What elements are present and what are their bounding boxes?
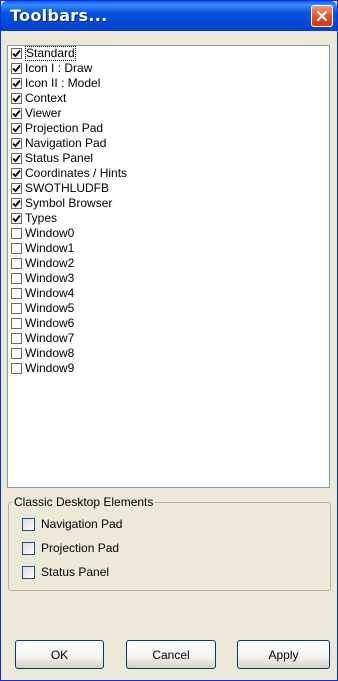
checkbox[interactable] <box>22 565 35 579</box>
checkmark-icon <box>12 199 21 208</box>
toolbar-item-label: Symbol Browser <box>25 196 113 210</box>
toolbar-list-item[interactable]: Coordinates / Hints <box>8 166 329 181</box>
title-bar[interactable]: Toolbars... <box>1 1 337 31</box>
unchecked-checkbox[interactable] <box>11 363 22 374</box>
toolbar-item-label: Window9 <box>25 361 75 375</box>
cancel-button[interactable]: Cancel <box>126 640 216 669</box>
checkmark-icon <box>12 64 21 73</box>
classic-item-label: Projection Pad <box>41 541 120 555</box>
group-title: Classic Desktop Elements <box>12 494 156 510</box>
close-icon <box>316 10 328 22</box>
unchecked-checkbox[interactable] <box>11 228 22 239</box>
classic-item-label: Navigation Pad <box>41 517 123 531</box>
toolbar-item-label: Icon I : Draw <box>25 61 93 75</box>
unchecked-checkbox[interactable] <box>11 273 22 284</box>
toolbar-list-item[interactable]: Icon I : Draw <box>8 61 329 76</box>
toolbar-item-label: Window5 <box>25 301 75 315</box>
checkmark-icon <box>12 184 21 193</box>
toolbar-item-label: Window4 <box>25 286 75 300</box>
toolbar-list-item[interactable]: Context <box>8 91 329 106</box>
classic-desktop-elements-group: Classic Desktop Elements Navigation Pad … <box>8 494 331 591</box>
checkbox[interactable] <box>22 541 35 555</box>
unchecked-checkbox[interactable] <box>11 303 22 314</box>
toolbar-list-item[interactable]: Projection Pad <box>8 121 329 136</box>
toolbar-list-item[interactable]: Viewer <box>8 106 329 121</box>
apply-button[interactable]: Apply <box>237 640 330 669</box>
toolbar-list-item[interactable]: Standard <box>8 46 329 61</box>
toolbar-item-label: Types <box>25 211 58 225</box>
checked-checkbox[interactable] <box>11 78 22 89</box>
checkmark-icon <box>12 214 21 223</box>
toolbar-list-item[interactable]: Window1 <box>8 241 329 256</box>
toolbar-item-label: Context <box>25 91 67 105</box>
checked-checkbox[interactable] <box>11 153 22 164</box>
checkmark-icon <box>12 154 21 163</box>
unchecked-checkbox[interactable] <box>11 243 22 254</box>
toolbar-item-label: Icon II : Model <box>25 76 101 90</box>
toolbar-list-item[interactable]: Window6 <box>8 316 329 331</box>
unchecked-checkbox[interactable] <box>11 333 22 344</box>
toolbar-item-label: Projection Pad <box>25 121 104 135</box>
checkmark-icon <box>12 169 21 178</box>
checked-checkbox[interactable] <box>11 138 22 149</box>
checked-checkbox[interactable] <box>11 213 22 224</box>
toolbar-item-label: Window8 <box>25 346 75 360</box>
toolbar-item-label: Window3 <box>25 271 75 285</box>
checkmark-icon <box>12 94 21 103</box>
checked-checkbox[interactable] <box>11 168 22 179</box>
toolbar-list-item[interactable]: Types <box>8 211 329 226</box>
unchecked-checkbox[interactable] <box>11 348 22 359</box>
toolbar-list-item[interactable]: Window2 <box>8 256 329 271</box>
toolbar-item-label: Window6 <box>25 316 75 330</box>
toolbar-list-item[interactable]: Window7 <box>8 331 329 346</box>
unchecked-checkbox[interactable] <box>11 318 22 329</box>
classic-item-status-panel[interactable]: Status Panel <box>22 562 109 582</box>
checkmark-icon <box>12 49 21 58</box>
checked-checkbox[interactable] <box>11 183 22 194</box>
toolbar-list-item[interactable]: Window3 <box>8 271 329 286</box>
classic-item-projection-pad[interactable]: Projection Pad <box>22 538 119 558</box>
toolbar-list-item[interactable]: Status Panel <box>8 151 329 166</box>
toolbar-item-label: Window2 <box>25 256 75 270</box>
toolbar-list-item[interactable]: Window9 <box>8 361 329 376</box>
checkmark-icon <box>12 124 21 133</box>
checked-checkbox[interactable] <box>11 63 22 74</box>
toolbar-list-item[interactable]: Navigation Pad <box>8 136 329 151</box>
toolbar-item-label: SWOTHLUDFB <box>25 181 109 195</box>
toolbar-item-label: Coordinates / Hints <box>25 166 128 180</box>
dialog-title: Toolbars... <box>10 6 108 25</box>
ok-button[interactable]: OK <box>15 640 104 669</box>
toolbar-list-item[interactable]: Symbol Browser <box>8 196 329 211</box>
toolbars-dialog: Toolbars... Standard Icon I : Draw Icon II… <box>0 0 338 681</box>
toolbar-list-item[interactable]: Window0 <box>8 226 329 241</box>
classic-item-navigation-pad[interactable]: Navigation Pad <box>22 514 122 534</box>
checkbox[interactable] <box>22 517 35 531</box>
checkmark-icon <box>12 109 21 118</box>
unchecked-checkbox[interactable] <box>11 258 22 269</box>
toolbar-item-label: Status Panel <box>25 151 94 165</box>
toolbar-item-label: Window7 <box>25 331 75 345</box>
checked-checkbox[interactable] <box>11 198 22 209</box>
classic-item-label: Status Panel <box>41 565 110 579</box>
toolbar-item-label: Navigation Pad <box>25 136 107 150</box>
checked-checkbox[interactable] <box>11 123 22 134</box>
toolbar-list-item[interactable]: SWOTHLUDFB <box>8 181 329 196</box>
checked-checkbox[interactable] <box>11 108 22 119</box>
toolbar-list-item[interactable]: Icon II : Model <box>8 76 329 91</box>
toolbar-checklist[interactable]: Standard Icon I : Draw Icon II : Model Cont… <box>7 45 330 488</box>
toolbar-list-item[interactable]: Window5 <box>8 301 329 316</box>
toolbar-list-item[interactable]: Window8 <box>8 346 329 361</box>
checkmark-icon <box>12 139 21 148</box>
close-button[interactable] <box>311 5 333 27</box>
checkmark-icon <box>12 79 21 88</box>
toolbar-list-item[interactable]: Window4 <box>8 286 329 301</box>
checked-checkbox[interactable] <box>11 48 22 59</box>
checked-checkbox[interactable] <box>11 93 22 104</box>
unchecked-checkbox[interactable] <box>11 288 22 299</box>
toolbar-item-label: Standard <box>25 46 76 61</box>
toolbar-item-label: Viewer <box>25 106 62 120</box>
toolbar-item-label: Window0 <box>25 226 75 240</box>
toolbar-item-label: Window1 <box>25 241 75 255</box>
